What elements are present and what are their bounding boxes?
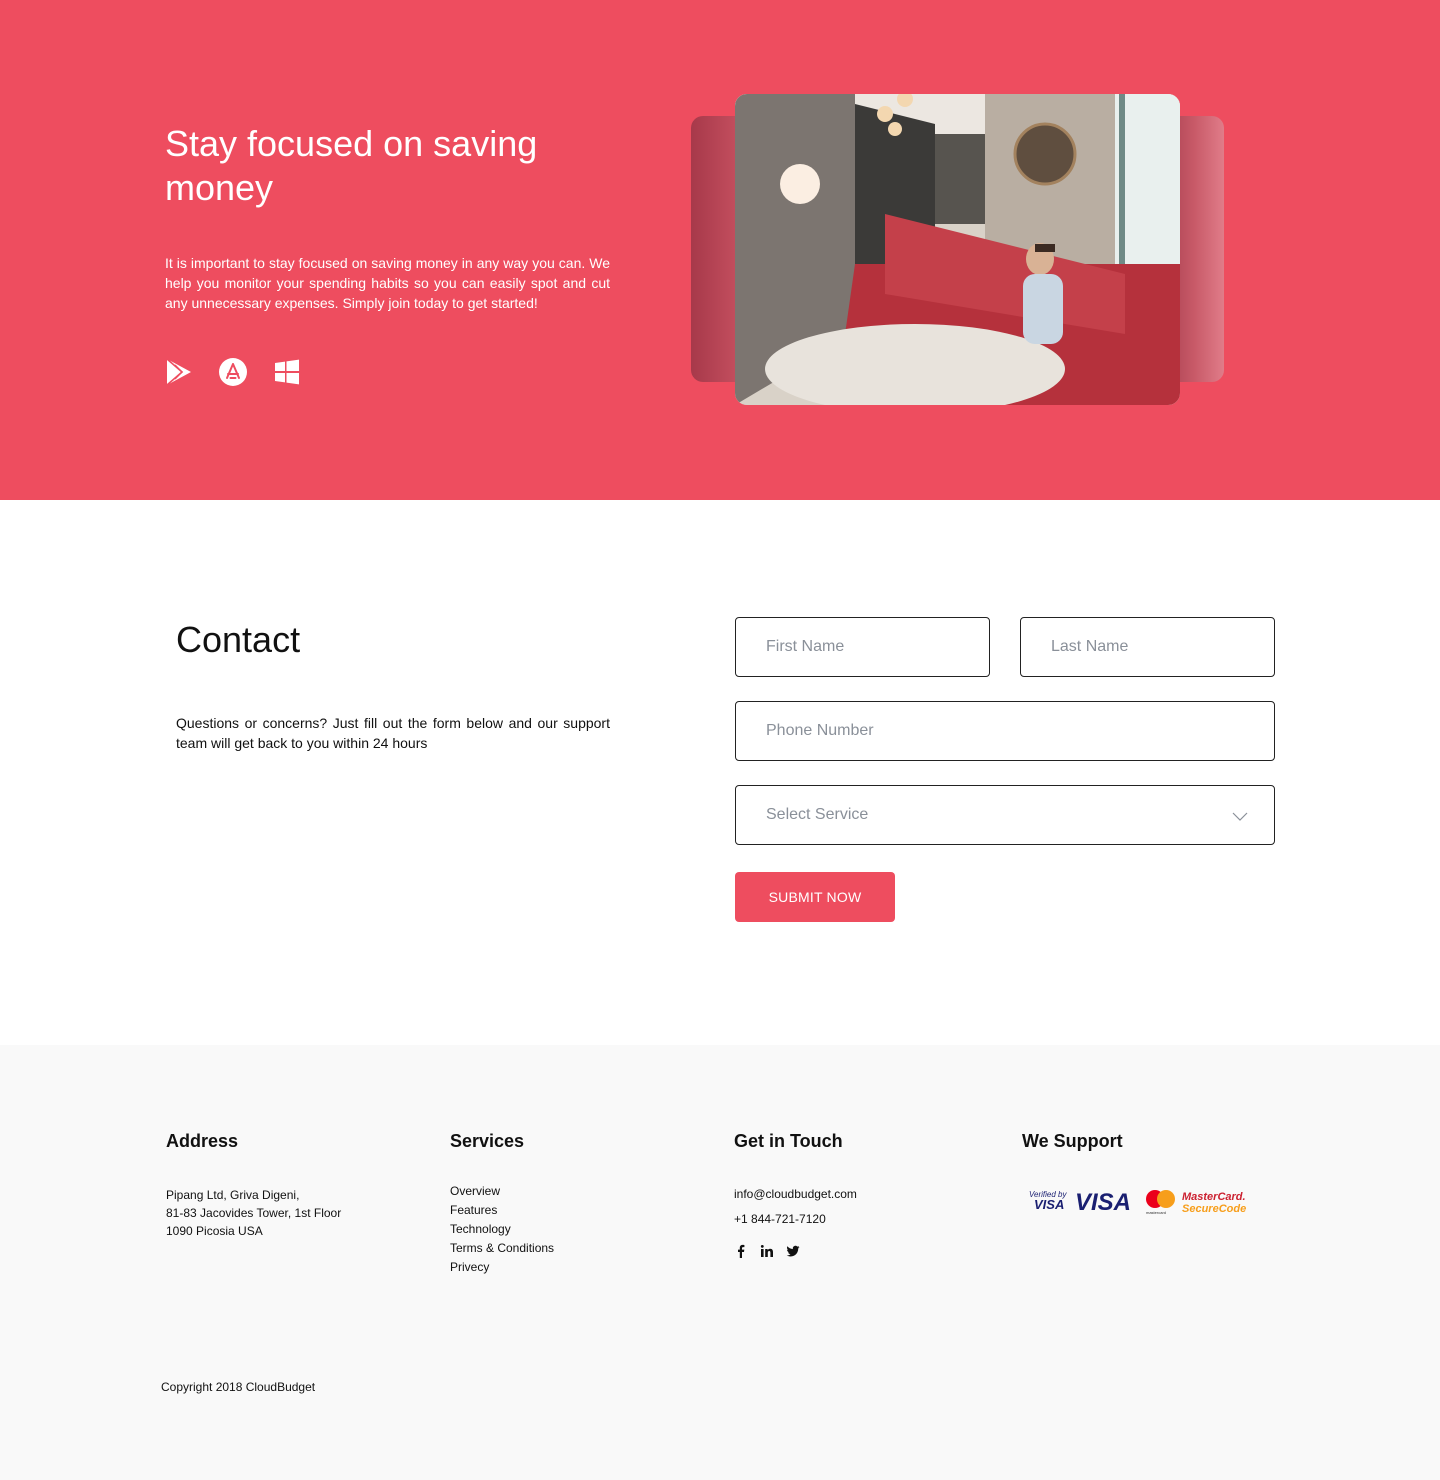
footer: Address Pipang Ltd, Griva Digeni, 81-83 … <box>0 1045 1440 1480</box>
address-heading: Address <box>166 1131 239 1151</box>
services-link-terms[interactable]: Terms & Conditions <box>450 1241 554 1255</box>
social-links <box>734 1244 812 1258</box>
services-link-overview[interactable]: Overview <box>450 1184 500 1198</box>
services-link-technology[interactable]: Technology <box>450 1222 511 1236</box>
verified-by-visa-logo: Verified by VISA VISA mastercard MasterC… <box>1029 1189 1246 1216</box>
google-play-icon[interactable] <box>165 358 193 386</box>
contact-phone[interactable]: +1 844-721-7120 <box>734 1210 857 1228</box>
phone-number-input[interactable] <box>766 722 1274 740</box>
mastercard-small-text: mastercard <box>1146 1210 1166 1215</box>
hero-title: Stay focused on saving money <box>165 123 538 208</box>
chevron-down-icon <box>1232 812 1248 821</box>
address-line: 81-83 Jacovides Tower, 1st Floor <box>166 1206 342 1220</box>
select-service-dropdown[interactable]: Select Service <box>735 785 1275 845</box>
mastercard-circle-orange <box>1157 1190 1175 1208</box>
securecode-text: SecureCode. <box>1182 1203 1246 1215</box>
hero-section: Stay focused on saving money It is impor… <box>0 0 1440 500</box>
visa-large-text: VISA <box>1075 1189 1131 1216</box>
list-item: Privecy <box>450 1258 554 1277</box>
mastercard-text: MasterCard. <box>1182 1191 1246 1203</box>
services-link-features[interactable]: Features <box>450 1203 497 1217</box>
contact-email[interactable]: info@cloudbudget.com <box>734 1185 857 1203</box>
contact-info: info@cloudbudget.com +1 844-721-7120 <box>734 1185 857 1235</box>
first-name-field-box <box>735 617 990 677</box>
select-service-value: Select Service <box>766 806 869 823</box>
list-item: Technology <box>450 1220 554 1239</box>
app-store-icon[interactable] <box>219 358 247 386</box>
list-item: Terms & Conditions <box>450 1239 554 1258</box>
services-list: Overview Features Technology Terms & Con… <box>450 1182 554 1277</box>
services-link-privacy[interactable]: Privecy <box>450 1260 489 1274</box>
address-block: Pipang Ltd, Griva Digeni, 81-83 Jacovide… <box>166 1186 341 1240</box>
phone-field-box <box>735 701 1275 761</box>
submit-button[interactable]: SUBMIT NOW <box>735 872 895 922</box>
hero-photo <box>735 94 1180 405</box>
list-item: Overview <box>450 1182 554 1201</box>
twitter-icon[interactable] <box>786 1244 800 1258</box>
payment-logos: Verified by VISA VISA mastercard MasterC… <box>1028 1185 1246 1217</box>
copyright: Copyright 2018 CloudBudget <box>161 1380 316 1394</box>
last-name-input[interactable] <box>1051 638 1274 656</box>
contact-description: Questions or concerns? Just fill out the… <box>176 715 610 751</box>
hero-description: It is important to stay focused on savin… <box>165 255 610 311</box>
list-item: Features <box>450 1201 554 1220</box>
facebook-icon[interactable] <box>734 1244 748 1258</box>
services-heading: Services <box>450 1131 525 1151</box>
address-line: Pipang Ltd, Griva Digeni, <box>166 1188 300 1202</box>
contact-title: Contact <box>176 619 301 660</box>
we-support-heading: We Support <box>1022 1131 1123 1151</box>
linkedin-icon[interactable] <box>760 1244 774 1258</box>
address-line: 1090 Picosia USA <box>166 1224 263 1238</box>
get-in-touch-heading: Get in Touch <box>734 1131 843 1151</box>
last-name-field-box <box>1020 617 1275 677</box>
store-icons <box>165 358 327 386</box>
first-name-input[interactable] <box>766 638 989 656</box>
visa-small-text: VISA <box>1034 1197 1064 1212</box>
windows-store-icon[interactable] <box>273 358 301 386</box>
